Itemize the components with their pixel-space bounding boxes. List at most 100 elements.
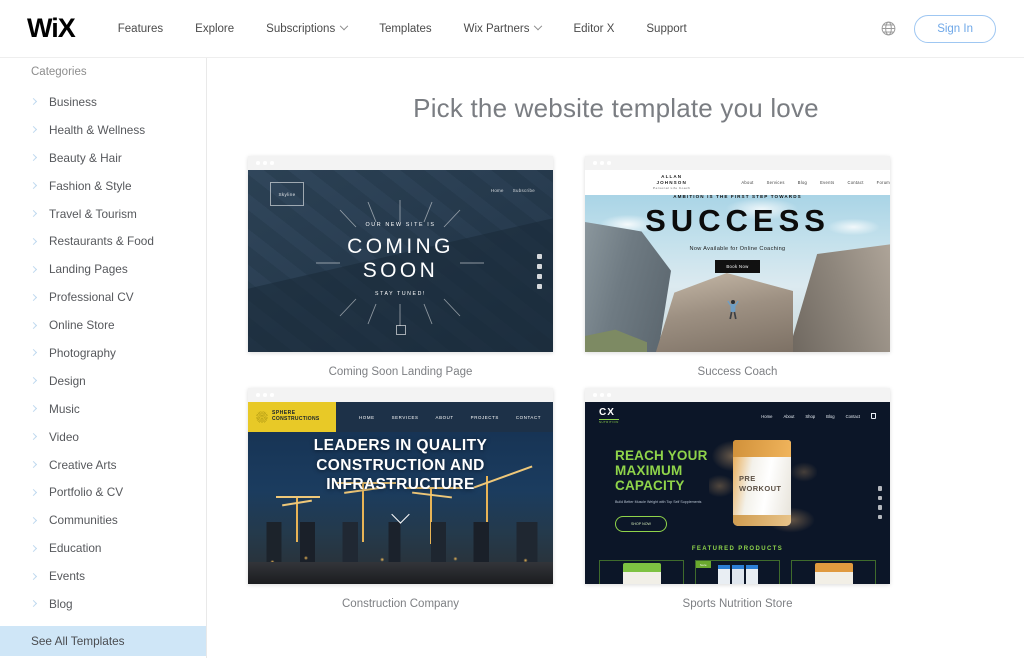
browser-dot-icon xyxy=(600,161,604,165)
sidebar-item-design[interactable]: Design xyxy=(0,367,206,395)
sidebar-item-education[interactable]: Education xyxy=(0,534,206,562)
sidebar-item-business[interactable]: Business xyxy=(0,88,206,116)
template-preview-success-coach: ALLAN JOHNSON Personal Life Coach About … xyxy=(585,170,890,352)
preview-topbar: CX NUTRITION Home About Shop Blog Contac… xyxy=(585,402,890,430)
chevron-right-icon xyxy=(29,544,38,552)
browser-dot-icon xyxy=(263,393,267,397)
see-all-templates-button[interactable]: See All Templates xyxy=(0,625,206,656)
nav-item-templates[interactable]: Templates xyxy=(363,23,447,35)
pouch-label-line-2: WORKOUT xyxy=(739,484,782,493)
preview-nav: Home About Shop Blog Contact xyxy=(761,413,876,419)
nav-item-features[interactable]: Features xyxy=(102,23,179,35)
browser-dot-icon xyxy=(270,393,274,397)
wix-logo[interactable]: WiX xyxy=(27,15,76,42)
chevron-right-icon xyxy=(29,572,38,580)
preview-nav-item: Contact xyxy=(845,413,860,419)
chevron-down-icon xyxy=(534,21,543,30)
preview-headline: REACH YOUR MAXIMUM CAPACITY xyxy=(615,448,708,493)
nav-label: Wix Partners xyxy=(463,22,530,35)
sidebar-item-communities[interactable]: Communities xyxy=(0,506,206,534)
preview-cta-button: Book Now xyxy=(715,259,760,273)
sidebar-item-blog[interactable]: Blog xyxy=(0,590,206,618)
nav-label: Subscriptions xyxy=(266,22,336,35)
sidebar-item-creative-arts[interactable]: Creative Arts xyxy=(0,451,206,479)
sidebar-item-video[interactable]: Video xyxy=(0,423,206,451)
sidebar-item-label: Beauty & Hair xyxy=(49,150,122,165)
preview-nav: About Services Blog Events Contact Forum xyxy=(741,180,890,185)
browser-dot-icon xyxy=(256,393,260,397)
sidebar-item-music[interactable]: Music xyxy=(0,395,206,423)
globe-icon[interactable] xyxy=(880,20,897,37)
nav-item-wix-partners[interactable]: Wix Partners xyxy=(448,21,558,35)
sidebar-item-label: Online Store xyxy=(49,318,115,333)
preview-headline: LEADERS IN QUALITY CONSTRUCTION AND INFR… xyxy=(313,437,488,494)
sidebar-item-label: Landing Pages xyxy=(49,262,128,277)
nav-item-support[interactable]: Support xyxy=(630,23,702,35)
sidebar-item-label: Design xyxy=(49,373,86,388)
youtube-icon xyxy=(877,514,882,519)
preview-featured-heading: FEATURED PRODUCTS xyxy=(691,546,784,552)
browser-chrome-bar xyxy=(248,388,553,402)
preview-headline-line-3: CAPACITY xyxy=(615,478,685,494)
sidebar-item-photography[interactable]: Photography xyxy=(0,339,206,367)
chevron-right-icon xyxy=(29,321,38,329)
browser-dot-icon xyxy=(600,393,604,397)
nav-label: Editor X xyxy=(573,22,615,35)
preview-nav-item: Shop xyxy=(805,413,816,419)
browser-chrome-bar xyxy=(585,388,890,402)
nav-item-editor-x[interactable]: Editor X xyxy=(557,23,630,35)
chevron-right-icon xyxy=(29,433,38,441)
template-card-construction-company[interactable]: SPHERE CONSTRUCTIONS HOME SERVICES ABOUT… xyxy=(248,388,553,584)
chevron-right-icon xyxy=(29,182,38,190)
chevron-down-icon xyxy=(391,504,410,524)
nav-item-explore[interactable]: Explore xyxy=(179,23,250,35)
sidebar-item-landing-pages[interactable]: Landing Pages xyxy=(0,255,206,283)
sidebar-item-label: Creative Arts xyxy=(49,457,117,472)
preview-logo: SPHERE CONSTRUCTIONS xyxy=(248,402,336,432)
sidebar-item-events[interactable]: Events xyxy=(0,562,206,590)
sidebar-item-beauty-hair[interactable]: Beauty & Hair xyxy=(0,144,206,172)
preview-topbar: SPHERE CONSTRUCTIONS HOME SERVICES ABOUT… xyxy=(248,402,553,432)
browser-dot-icon xyxy=(593,161,597,165)
chevron-right-icon xyxy=(29,293,38,301)
nav-item-subscriptions[interactable]: Subscriptions xyxy=(250,21,363,35)
browser-dot-icon xyxy=(607,161,611,165)
facebook-icon xyxy=(877,486,882,491)
sidebar-item-travel-tourism[interactable]: Travel & Tourism xyxy=(0,200,206,228)
sidebar-item-online-store[interactable]: Online Store xyxy=(0,311,206,339)
sidebar-item-label: Business xyxy=(49,94,97,109)
preview-nav-item: Blog xyxy=(797,180,808,185)
sign-in-button[interactable]: Sign In xyxy=(914,14,996,43)
template-card-sports-nutrition-store[interactable]: CX NUTRITION Home About Shop Blog Contac… xyxy=(585,388,890,584)
preview-logo: CX NUTRITION xyxy=(599,407,619,424)
sidebar-item-professional-cv[interactable]: Professional CV xyxy=(0,283,206,311)
chevron-right-icon xyxy=(29,516,38,524)
template-cell: Skyline Home Subscribe OUR NEW SITE IS C… xyxy=(248,156,553,378)
preview-title: SUCCESS xyxy=(645,203,830,238)
sidebar-item-portfolio-cv[interactable]: Portfolio & CV xyxy=(0,478,206,506)
sidebar-item-restaurants-food[interactable]: Restaurants & Food xyxy=(0,227,206,255)
sidebar-item-health-wellness[interactable]: Health & Wellness xyxy=(0,116,206,144)
pouch-bottom-band xyxy=(733,515,791,526)
chevron-right-icon xyxy=(29,460,38,469)
pouch-top-band xyxy=(733,440,791,457)
header-actions: Sign In xyxy=(880,14,996,43)
template-preview-sports-nutrition: CX NUTRITION Home About Shop Blog Contac… xyxy=(585,402,890,584)
template-card-coming-soon-landing-page[interactable]: Skyline Home Subscribe OUR NEW SITE IS C… xyxy=(248,156,553,352)
template-card-success-coach[interactable]: ALLAN JOHNSON Personal Life Coach About … xyxy=(585,156,890,352)
preview-nav-item: Forum xyxy=(876,180,890,185)
preview-nav-item: About xyxy=(783,413,795,419)
product-image-orange-pouch xyxy=(814,563,853,584)
template-preview-construction: SPHERE CONSTRUCTIONS HOME SERVICES ABOUT… xyxy=(248,402,553,584)
chevron-right-icon xyxy=(29,98,38,106)
chevron-down-icon xyxy=(339,21,349,30)
chevron-right-icon xyxy=(29,377,38,385)
nav-label: Support xyxy=(646,22,687,35)
preview-nav: HOME SERVICES ABOUT PROJECTS CONTACT xyxy=(359,415,541,420)
sidebar-item-fashion-style[interactable]: Fashion & Style xyxy=(0,172,206,200)
chevron-right-icon xyxy=(29,488,38,496)
template-cell: SPHERE CONSTRUCTIONS HOME SERVICES ABOUT… xyxy=(248,388,553,610)
preview-nav-item: Home xyxy=(761,413,773,419)
facebook-icon xyxy=(537,254,542,259)
template-label-coming-soon-landing-page: Coming Soon Landing Page xyxy=(328,366,473,378)
